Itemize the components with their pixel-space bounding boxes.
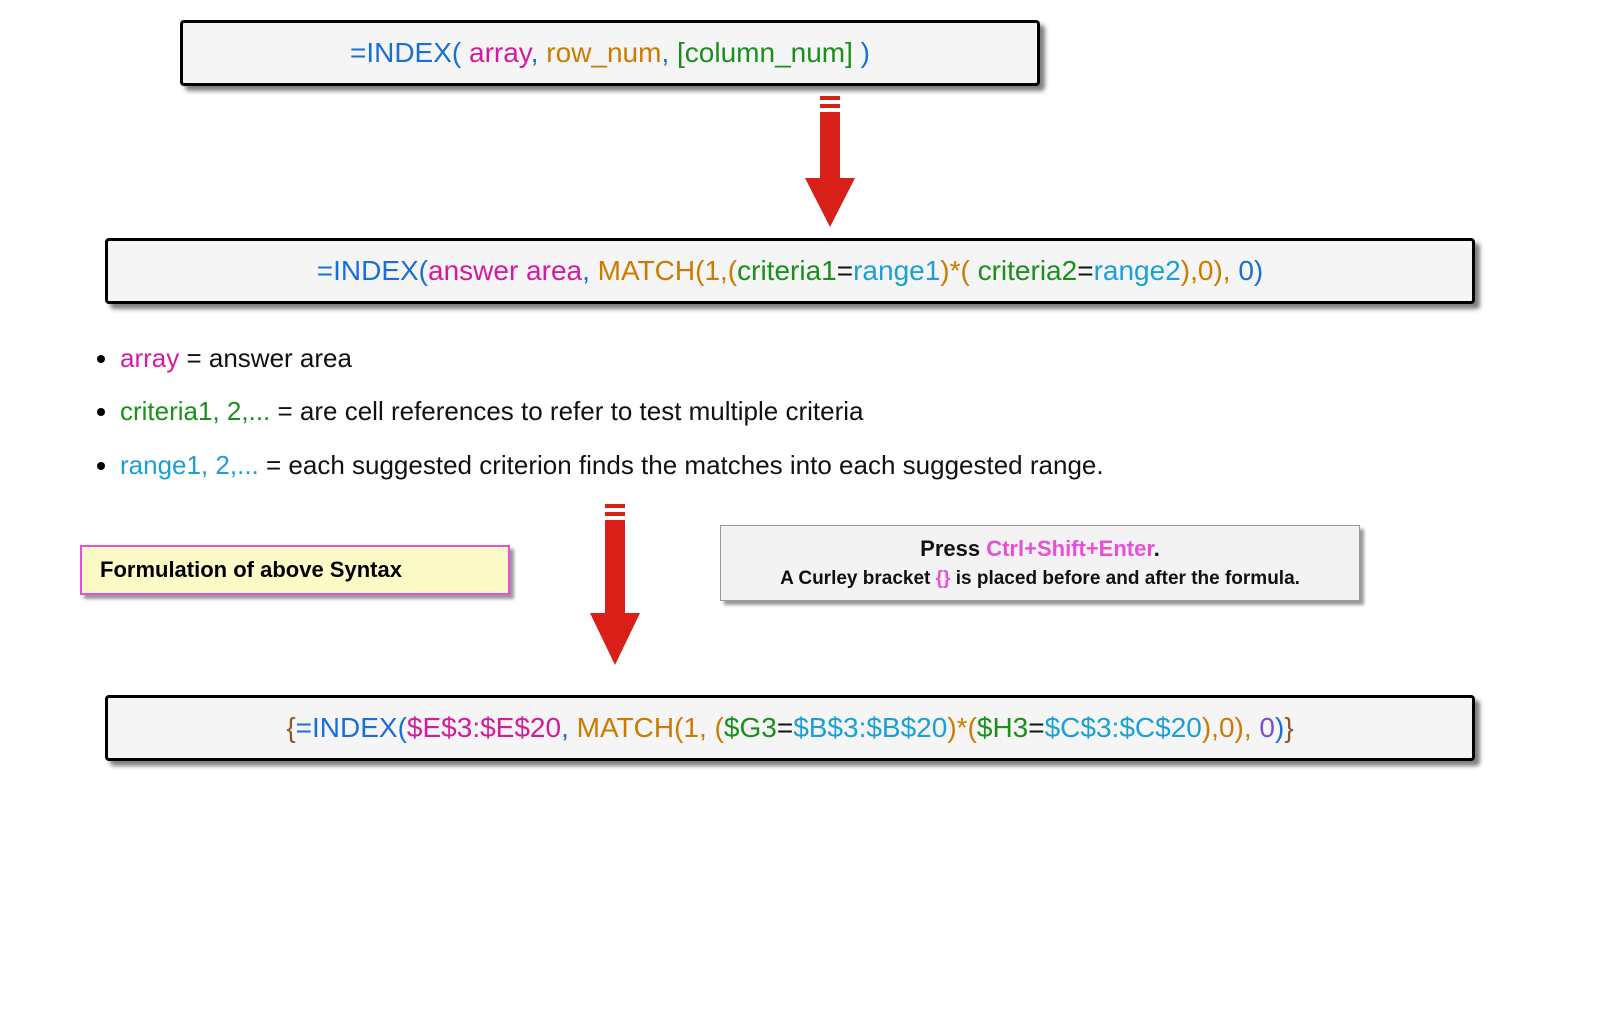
tok-comma: , — [661, 37, 677, 68]
tok: = — [777, 712, 793, 743]
shortcut-keys: Ctrl+Shift+Enter — [986, 536, 1153, 561]
arrow-down-icon — [795, 92, 865, 232]
tok: 0 — [1198, 255, 1214, 286]
tok: criteria2 — [978, 255, 1078, 286]
eq: = — [270, 396, 300, 426]
tok: range2 — [1094, 255, 1181, 286]
tok: $E$3:$E$20 — [407, 712, 561, 743]
tok: $C$3:$C$20 — [1045, 712, 1202, 743]
tok: 0 — [1238, 255, 1254, 286]
eq: = — [179, 343, 209, 373]
tok: range1 — [853, 255, 940, 286]
eq: = — [259, 450, 289, 480]
tok-comma: , — [531, 37, 547, 68]
mid-row: Formulation of above Syntax Press Ctrl+S… — [80, 500, 1520, 670]
term: array — [120, 343, 179, 373]
tok: } — [1284, 712, 1293, 743]
syntax-box-example: {=INDEX($E$3:$E$20, MATCH(1, ($G3=$B$3:$… — [105, 695, 1475, 761]
tok-array: array — [469, 37, 531, 68]
tok: MATCH( — [577, 712, 684, 743]
t: . — [1154, 536, 1160, 561]
term: range1, 2,... — [120, 450, 259, 480]
tok: 0 — [1219, 712, 1235, 743]
tok: ,( — [720, 255, 737, 286]
syntax-box-expanded: =INDEX(answer area, MATCH(1,(criteria1=r… — [105, 238, 1475, 304]
tok: ), — [1181, 255, 1198, 286]
bullet-range: range1, 2,... = each suggested criterion… — [120, 441, 1580, 490]
tok: 0 — [1259, 712, 1275, 743]
shortcut-info-box: Press Ctrl+Shift+Enter. A Curley bracket… — [720, 525, 1360, 601]
t: Press — [920, 536, 986, 561]
tok-colnum: [column_num] — [677, 37, 853, 68]
bullet-criteria: criteria1, 2,... = are cell references t… — [120, 387, 1580, 436]
t: A Curley bracket — [780, 568, 936, 589]
tok: ), — [1202, 712, 1219, 743]
tok: = — [837, 255, 853, 286]
tok: ) — [1254, 255, 1263, 286]
tok-indexfn: =INDEX( — [350, 37, 469, 68]
tok-rownum: row_num — [546, 37, 661, 68]
shortcut-line-2: A Curley bracket {} is placed before and… — [741, 568, 1339, 590]
tok: )*( — [947, 712, 977, 743]
tok: MATCH( — [598, 255, 705, 286]
tok: , ( — [699, 712, 724, 743]
term: criteria1, 2,... — [120, 396, 270, 426]
curley-braces: {} — [936, 568, 951, 589]
tok: { — [286, 712, 295, 743]
tok: ), — [1235, 712, 1260, 743]
tok: , — [582, 255, 598, 286]
formulation-label: Formulation of above Syntax — [80, 545, 510, 595]
arrow-down-icon — [580, 500, 650, 670]
t: is placed before and after the formula. — [950, 568, 1299, 589]
shortcut-line-1: Press Ctrl+Shift+Enter. — [741, 536, 1339, 562]
tok: ) — [1275, 712, 1284, 743]
tok: )*( — [940, 255, 977, 286]
tok: =INDEX( — [296, 712, 407, 743]
tok: $B$3:$B$20 — [793, 712, 947, 743]
desc: answer area — [209, 343, 352, 373]
tok: 1 — [704, 255, 720, 286]
tok: ), — [1213, 255, 1238, 286]
tok: criteria1 — [737, 255, 837, 286]
bullet-list: array = answer area criteria1, 2,... = a… — [80, 334, 1580, 490]
tok: 1 — [683, 712, 699, 743]
tok: , — [561, 712, 577, 743]
tok-close: ) — [853, 37, 870, 68]
desc: each suggested criterion finds the match… — [288, 450, 1103, 480]
tok: =INDEX( — [317, 255, 428, 286]
tok: = — [1077, 255, 1093, 286]
arrow-down-1 — [80, 92, 1580, 232]
bullet-array: array = answer area — [120, 334, 1580, 383]
tok: answer area — [428, 255, 582, 286]
syntax-box-index: =INDEX( array, row_num, [column_num] ) — [180, 20, 1040, 86]
tok: $H3 — [977, 712, 1028, 743]
tok: $G3 — [724, 712, 777, 743]
desc: are cell references to refer to test mul… — [300, 396, 864, 426]
tok: = — [1028, 712, 1044, 743]
